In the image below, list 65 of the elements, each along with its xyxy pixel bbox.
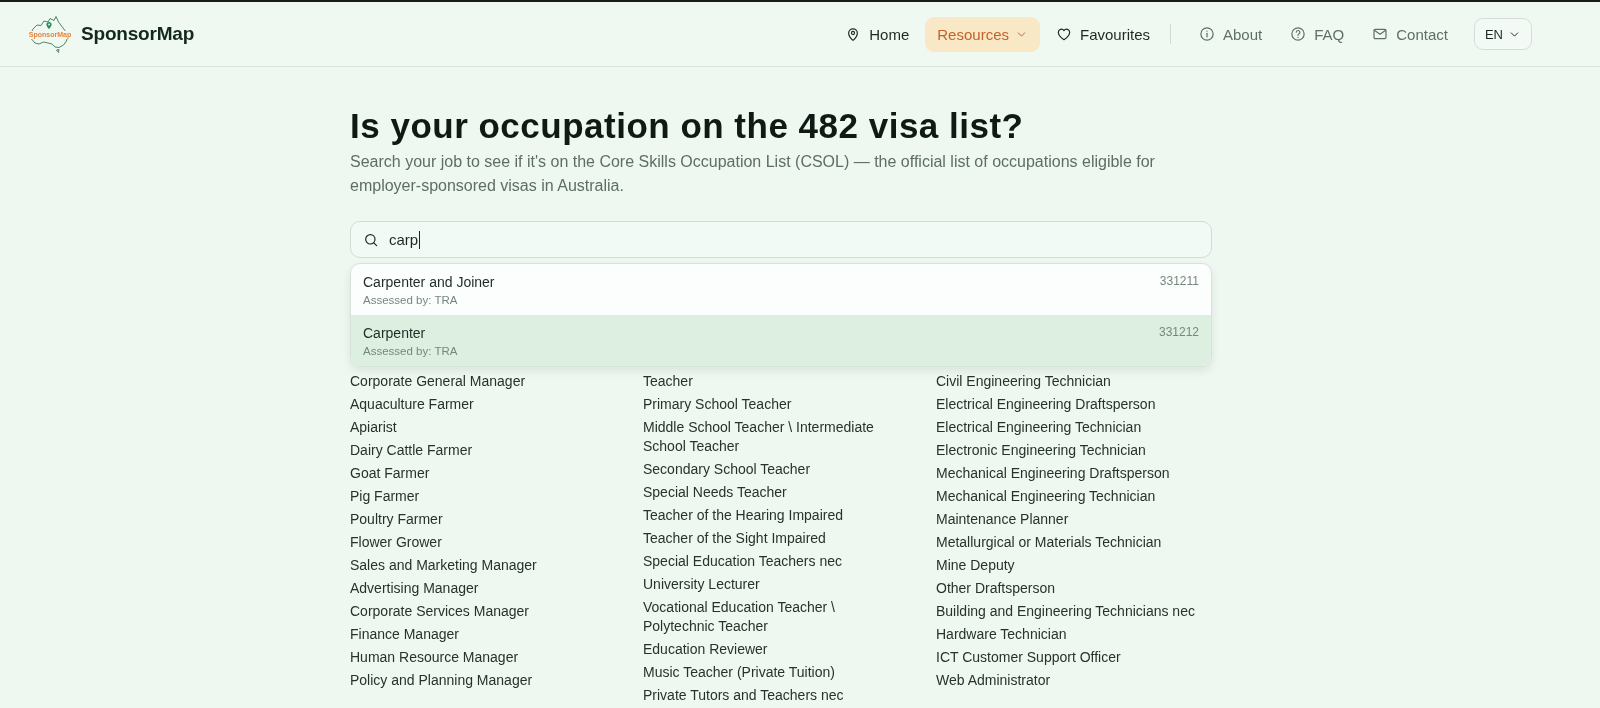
occupation-link[interactable]: Finance Manager <box>350 625 614 644</box>
nav-link[interactable]: Favourites <box>1044 16 1162 52</box>
occupation-link[interactable]: Music Teacher (Private Tuition) <box>643 663 907 682</box>
nav-link[interactable]: FAQ <box>1278 16 1357 52</box>
nav-link[interactable]: About <box>1187 16 1275 52</box>
occupation-link[interactable]: Electronic Engineering Technician <box>936 441 1200 460</box>
occupation-link[interactable]: Advertising Manager <box>350 579 614 598</box>
occupation-link[interactable]: ICT Customer Support Officer <box>936 648 1200 667</box>
occupation-link[interactable]: Corporate Services Manager <box>350 602 614 621</box>
occupation-link[interactable]: Vocational Education Teacher \ Polytechnic Teacher <box>643 598 907 636</box>
occupation-link[interactable]: Private Tutors and Teachers nec <box>643 686 907 705</box>
occupation-link[interactable]: Human Resource Manager <box>350 648 614 667</box>
occupation-link[interactable]: Web Administrator <box>936 671 1200 690</box>
occupation-link[interactable]: Aquaculture Farmer <box>350 395 614 414</box>
occupation-link[interactable]: Electrical Engineering Technician <box>936 418 1200 437</box>
occupation-link[interactable]: Electrical Engineering Draftsperson <box>936 395 1200 414</box>
occupation-link[interactable]: Teacher of the Sight Impaired <box>643 529 907 548</box>
suggestion-item[interactable]: Carpenter and Joiner Assessed by: TRA 331211 <box>351 264 1211 315</box>
occupation-link[interactable]: Poultry Farmer <box>350 510 614 529</box>
occupation-name: Carpenter and Joiner <box>363 273 496 292</box>
occupation-link[interactable]: Corporate General Manager <box>350 372 614 391</box>
occupation-link[interactable]: Mechanical Engineering Technician <box>936 487 1200 506</box>
info-icon <box>1199 26 1215 42</box>
nav-link[interactable]: Contact <box>1360 16 1460 52</box>
occupation-link[interactable]: Goat Farmer <box>350 464 614 483</box>
assessing-authority: Assessed by: TRA <box>363 292 459 308</box>
occupation-code: 331212 <box>1158 324 1199 341</box>
occupation-link[interactable]: Maintenance Planner <box>936 510 1200 529</box>
occupation-link[interactable]: Flower Grower <box>350 533 614 552</box>
occupation-link[interactable]: Metallurgical or Materials Technician <box>936 533 1200 552</box>
assessing-authority: Assessed by: TRA <box>363 343 459 359</box>
occupation-link[interactable]: Middle School Teacher \ Intermediate School Teacher <box>643 418 907 456</box>
question-icon <box>1290 26 1307 42</box>
occupation-link[interactable]: Education Reviewer <box>643 640 907 659</box>
occupation-link[interactable]: University Lecturer <box>643 575 907 594</box>
occupation-link[interactable]: Other Draftsperson <box>936 579 1200 598</box>
occupation-code: 331211 <box>1159 273 1199 290</box>
occupation-link[interactable]: Teacher <box>643 372 907 391</box>
envelope-icon <box>1372 26 1389 42</box>
language-selector[interactable]: EN <box>1473 18 1532 50</box>
nav-link[interactable]: Home <box>833 16 922 52</box>
occupation-link[interactable]: Primary School Teacher <box>643 395 907 414</box>
text-cursor <box>419 230 421 249</box>
occupation-link[interactable]: Civil Engineering Technician <box>936 372 1200 391</box>
intro-text: Search your job to see if it's on the Core Skills Occupation List (CSOL) — the official list of occupations eligible for employer-sponsored visas in Australia. <box>350 152 1156 196</box>
occupation-link[interactable]: Policy and Planning Manager <box>350 671 614 690</box>
page-heading: Is your occupation on the 482 visa list? <box>350 106 1025 146</box>
heart-icon <box>1056 26 1072 42</box>
occupation-link[interactable]: Apiarist <box>350 418 614 437</box>
occupation-link[interactable]: Teacher of the Hearing Impaired <box>643 506 907 525</box>
search-icon <box>363 231 379 248</box>
occupation-link[interactable]: Mine Deputy <box>936 556 1200 575</box>
occupation-link[interactable]: Building and Engineering Technicians nec <box>936 602 1200 621</box>
occupation-link[interactable]: Hardware Technician <box>936 625 1200 644</box>
brand-name[interactable]: SponsorMap <box>81 23 195 45</box>
occupation-link[interactable]: Secondary School Teacher <box>643 460 907 479</box>
occupation-link[interactable]: Pig Farmer <box>350 487 614 506</box>
occupation-link[interactable]: Dairy Cattle Farmer <box>350 441 614 460</box>
occupation-link[interactable]: Special Education Teachers nec <box>643 552 907 571</box>
occupation-link[interactable]: Special Needs Teacher <box>643 483 907 502</box>
search-field[interactable]: carp <box>350 221 1212 258</box>
suggestion-item[interactable]: Carpenter Assessed by: TRA 331212 <box>351 315 1211 366</box>
occupation-link[interactable]: Mechanical Engineering Draftsperson <box>936 464 1200 483</box>
occupation-name: Carpenter <box>363 324 427 343</box>
occupation-link[interactable]: Sales and Marketing Manager <box>350 556 614 575</box>
